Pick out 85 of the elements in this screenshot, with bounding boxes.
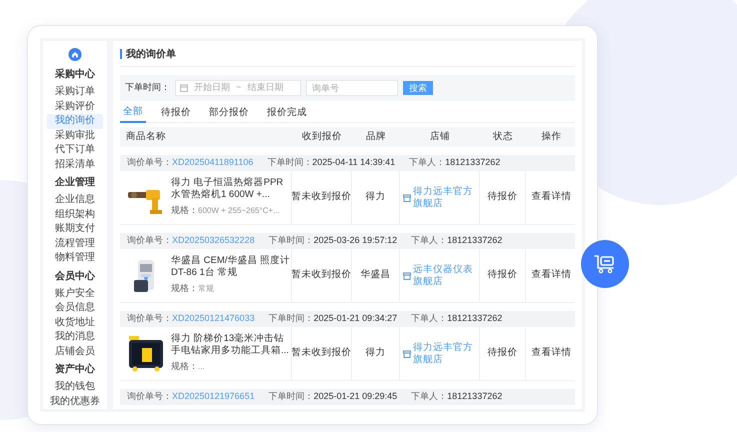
sidebar-item[interactable]: 企业信息 (47, 193, 103, 208)
view-details-link[interactable]: 查看详情 (532, 346, 572, 361)
filter-tab[interactable]: 部分报价 (206, 103, 252, 123)
spec-label: 规格： (171, 282, 198, 296)
cart-icon (594, 254, 616, 274)
sidebar-item[interactable]: 会员信息 (47, 301, 103, 316)
sidebar-group-title: 资产中心 (55, 362, 95, 377)
brand-name: 华盛昌 (360, 268, 390, 282)
sidebar-item[interactable]: 采购订单 (47, 85, 103, 100)
spec-value: ... (198, 361, 205, 374)
buyer-phone: 18121337262 (447, 234, 502, 248)
order-status: 待报价 (488, 190, 518, 204)
product-name[interactable]: 得力 阶梯价13毫米冲击钻手电钻家用多功能工具箱... (171, 333, 291, 358)
order-time-label: 下单时间： (268, 234, 314, 248)
sidebar-item[interactable]: 我的优惠券 (47, 394, 103, 409)
sidebar-item[interactable]: 账期支付 (47, 222, 103, 236)
spec-label: 规格： (171, 360, 198, 374)
sidebar-item[interactable]: 组织架构 (47, 208, 103, 222)
spec-value: 常规 (198, 283, 214, 296)
store-icon (403, 272, 411, 280)
spec-label: 规格： (171, 204, 198, 218)
product-name[interactable]: 华盛昌 CEM/华盛昌 照度计DT-86 1台 常规 (171, 255, 291, 280)
order-status: 待报价 (488, 268, 518, 282)
filter-tab[interactable]: 报价完成 (264, 103, 310, 123)
order-number-label: 询价单号： (127, 312, 172, 326)
store-icon (403, 194, 411, 202)
quote-status: 暂未收到报价 (292, 268, 352, 282)
spec-value: 600W + 255~265°C+... (198, 205, 280, 218)
sidebar-group-title: 采购中心 (55, 67, 95, 82)
sidebar-item[interactable]: 我的消息 (47, 330, 103, 344)
sidebar-group-title: 企业管理 (55, 176, 95, 190)
page-title: 我的询价单 (126, 48, 176, 62)
column-header: 店铺 (430, 130, 450, 144)
sidebar-item[interactable]: 店铺会员 (47, 344, 103, 359)
order-time: 2025-01-21 09:29:45 (314, 390, 398, 404)
order-time-label: 下单时间： (268, 312, 314, 326)
order-number-label: 询价单号： (127, 234, 172, 248)
order-number-label: 询价单号： (127, 390, 172, 404)
column-header: 状态 (493, 130, 513, 144)
column-header: 收到报价 (302, 130, 342, 144)
order-status: 待报价 (488, 346, 518, 360)
buyer-phone: 18121337262 (445, 156, 500, 170)
brand-name: 得力 (366, 346, 386, 360)
view-details-link[interactable]: 查看详情 (532, 268, 572, 283)
quote-status: 暂未收到报价 (292, 346, 352, 360)
buyer-label: 下单人： (411, 312, 448, 326)
filter-label: 下单时间： (125, 81, 170, 94)
brand-name: 得力 (366, 190, 386, 204)
column-header: 品牌 (366, 130, 386, 144)
buyer-label: 下单人： (411, 234, 448, 248)
range-separator: ~ (236, 81, 242, 94)
buyer-phone: 18121337262 (447, 312, 502, 326)
sidebar-item[interactable]: 采购评价 (47, 100, 103, 114)
home-icon (66, 48, 84, 61)
buyer-phone: 18121337262 (447, 390, 502, 404)
buyer-label: 下单人： (409, 156, 446, 170)
column-header: 商品名称 (126, 130, 166, 142)
filter-tab[interactable]: 全部 (120, 103, 146, 123)
quote-status: 暂未收到报价 (292, 190, 352, 204)
order-time: 2025-03-26 19:57:12 (314, 234, 398, 248)
start-date-placeholder: 开始日期 (194, 81, 230, 94)
sidebar-item[interactable]: 物料管理 (47, 251, 103, 266)
order-time: 2025-04-11 14:39:41 (312, 156, 396, 170)
sidebar-item[interactable]: 收货地址 (47, 316, 103, 330)
column-header: 操作 (542, 130, 562, 144)
filter-tab[interactable]: 待报价 (158, 103, 194, 123)
order-number-field[interactable]: 询单号 (306, 80, 398, 96)
sidebar-group-title: 会员中心 (55, 269, 95, 284)
calendar-icon (180, 84, 188, 92)
order-time-label: 下单时间： (268, 390, 314, 404)
sidebar-item[interactable]: 流程管理 (47, 236, 103, 251)
sidebar-item[interactable]: 我的钱包 (47, 380, 103, 394)
order-time: 2025-01-21 09:34:27 (314, 312, 398, 326)
cart-button[interactable] (581, 240, 629, 288)
sidebar-item[interactable]: 代下订单 (47, 143, 103, 158)
order-time-label: 下单时间： (267, 156, 312, 170)
view-details-link[interactable]: 查看详情 (532, 190, 572, 205)
product-name[interactable]: 得力 电子恒温热熔器PPR水管热熔机1 600W +... (171, 177, 291, 202)
sidebar-item[interactable]: 采购审批 (47, 128, 103, 143)
sidebar-item[interactable]: 招采清单 (47, 158, 103, 172)
buyer-label: 下单人： (411, 390, 448, 404)
end-date-placeholder: 结束日期 (247, 81, 284, 94)
sidebar-item[interactable]: 账户安全 (47, 286, 103, 301)
order-number-label: 询价单号： (127, 156, 172, 170)
store-icon (403, 350, 411, 358)
